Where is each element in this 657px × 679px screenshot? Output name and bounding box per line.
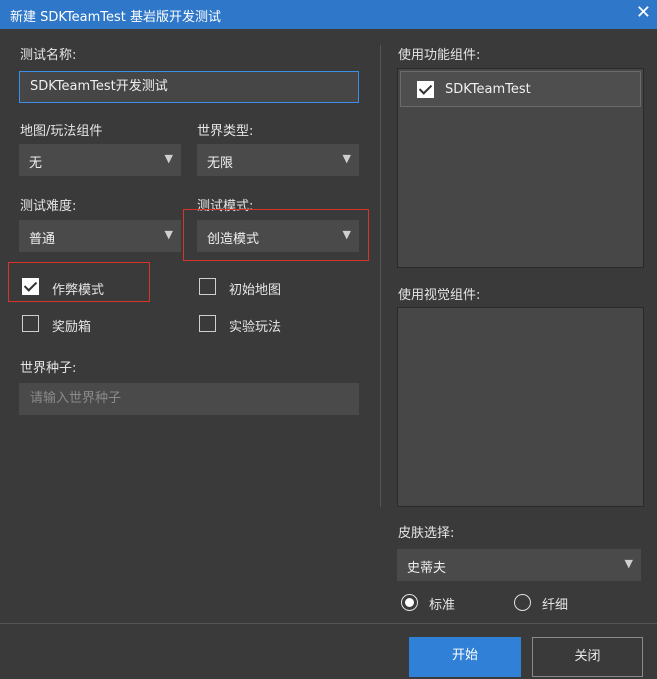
column-divider	[380, 45, 381, 507]
close-button[interactable]: 关闭	[532, 637, 643, 677]
skin-select[interactable]: 史蒂夫 ▼	[397, 549, 641, 581]
difficulty-label: 测试难度:	[20, 199, 77, 214]
list-item[interactable]: SDKTeamTest	[400, 71, 641, 107]
seed-label: 世界种子:	[20, 361, 77, 376]
skin-slim-label: 纤细	[542, 598, 569, 613]
chevron-down-icon: ▼	[164, 228, 173, 241]
seed-input[interactable]: 请输入世界种子	[19, 383, 359, 415]
list-item-label: SDKTeamTest	[445, 82, 531, 97]
title-bar: 新建 SDKTeamTest 基岩版开发测试 ✕	[0, 0, 657, 29]
map-addon-label: 地图/玩法组件	[20, 124, 103, 139]
world-type-select[interactable]: 无限 ▼	[197, 144, 359, 176]
difficulty-select[interactable]: 普通 ▼	[19, 220, 181, 252]
test-name-input[interactable]: SDKTeamTest开发测试	[19, 71, 359, 103]
difficulty-value: 普通	[29, 232, 56, 247]
initial-map-checkbox[interactable]	[199, 278, 216, 295]
cheat-mode-checkbox[interactable]	[22, 278, 39, 295]
bonus-chest-checkbox[interactable]	[22, 315, 39, 332]
world-type-label: 世界类型:	[197, 124, 254, 139]
cheat-mode-label: 作弊模式	[52, 283, 105, 298]
skin-standard-radio[interactable]	[401, 594, 418, 611]
map-addon-select[interactable]: 无 ▼	[19, 144, 181, 176]
visual-addons-list[interactable]	[397, 307, 644, 507]
test-name-label: 测试名称:	[20, 48, 77, 63]
initial-map-label: 初始地图	[229, 283, 282, 298]
footer-divider	[0, 623, 657, 624]
experimental-checkbox[interactable]	[199, 315, 216, 332]
test-mode-value: 创造模式	[207, 232, 260, 247]
skin-label: 皮肤选择:	[398, 526, 455, 541]
skin-slim-radio[interactable]	[514, 594, 531, 611]
start-button[interactable]: 开始	[409, 637, 521, 677]
chevron-down-icon: ▼	[164, 152, 173, 165]
visual-addons-label: 使用视觉组件:	[398, 288, 481, 303]
close-icon[interactable]: ✕	[636, 2, 651, 23]
chevron-down-icon: ▼	[342, 228, 351, 241]
skin-standard-label: 标准	[429, 598, 456, 613]
bonus-chest-label: 奖励箱	[52, 320, 92, 335]
chevron-down-icon: ▼	[342, 152, 351, 165]
test-mode-select[interactable]: 创造模式 ▼	[197, 220, 359, 252]
functional-addons-label: 使用功能组件:	[398, 48, 481, 63]
world-type-value: 无限	[207, 156, 234, 171]
skin-value: 史蒂夫	[407, 561, 447, 576]
chevron-down-icon: ▼	[624, 557, 633, 570]
functional-addons-list[interactable]: SDKTeamTest	[397, 68, 644, 268]
experimental-label: 实验玩法	[229, 320, 282, 335]
sdkteamtest-checkbox[interactable]	[417, 81, 434, 98]
window-title: 新建 SDKTeamTest 基岩版开发测试	[10, 10, 222, 25]
map-addon-value: 无	[29, 156, 43, 171]
